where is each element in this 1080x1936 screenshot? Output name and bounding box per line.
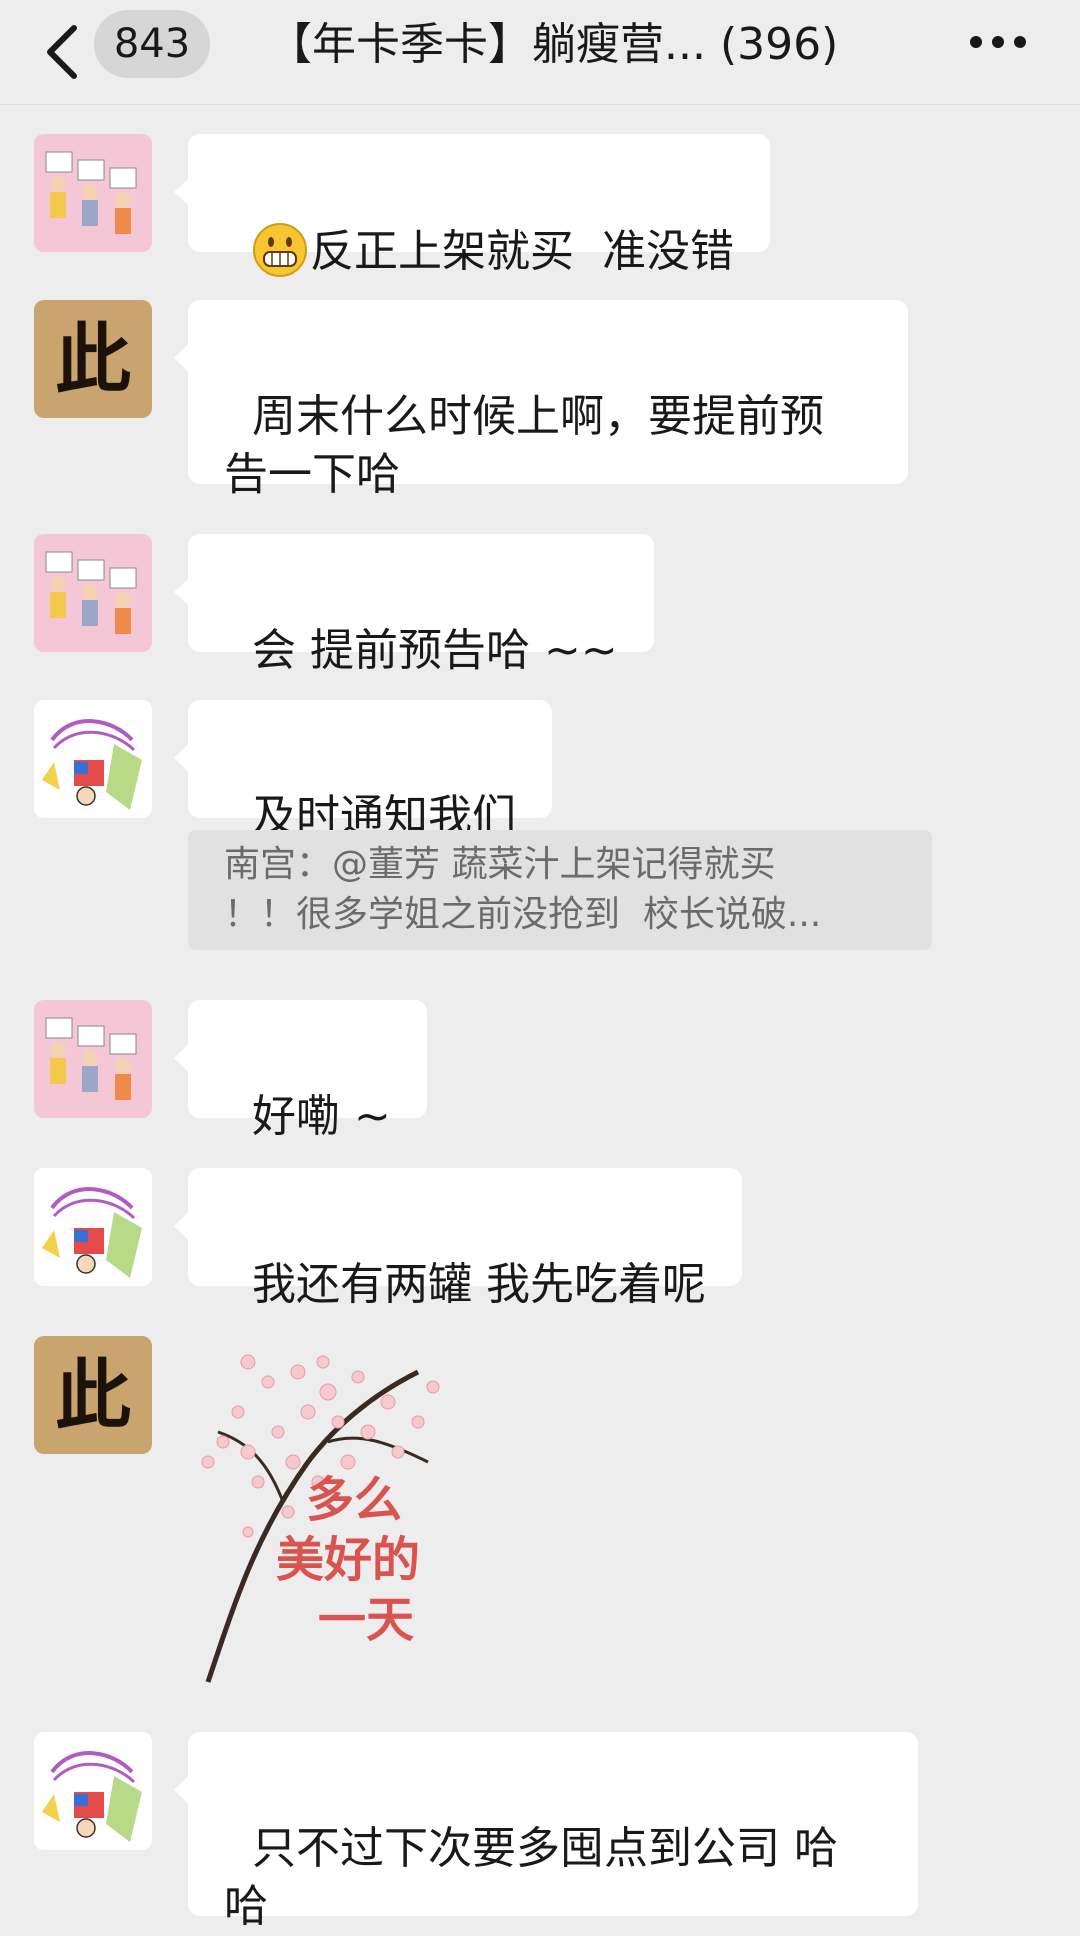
chat-header: 843 【年卡季卡】躺瘦营... (396) <box>0 0 1080 105</box>
avatar-glyph: 此 <box>55 1351 131 1440</box>
back-arrow-icon[interactable] <box>40 22 84 82</box>
message-text: 反正上架就买 准没错 <box>309 226 734 277</box>
avatar-doodle[interactable] <box>34 1732 152 1850</box>
message-text: 我还有两罐 我先吃着呢 <box>251 1259 706 1310</box>
sticker-message[interactable]: 多么 美好的 一天 <box>188 1332 488 1692</box>
message-bubble[interactable]: 反正上架就买 准没错 <box>174 134 770 277</box>
calligraphy-avatar-icon: 此 <box>34 300 152 418</box>
message-bubble[interactable]: 好嘞 ~ <box>174 1000 427 1142</box>
message-text: 会 提前预告哈 ~~ <box>251 625 618 676</box>
message-text: 好嘞 ~ <box>251 1091 391 1142</box>
calligraphy-avatar-icon: 此 <box>34 1336 152 1454</box>
avatar-kids[interactable] <box>34 534 152 652</box>
avatar-calligraphy[interactable]: 此 <box>34 300 152 418</box>
doodle-figure-icon <box>34 1732 152 1850</box>
avatar-calligraphy[interactable]: 此 <box>34 1336 152 1454</box>
message-bubble[interactable]: 周末什么时候上啊，要提前预 告一下哈 <box>174 300 908 500</box>
quoted-reply[interactable]: 南宫：@董芳 蔬菜汁上架记得就买 ！！很多学姐之前没抢到 校长说破... <box>188 830 932 950</box>
kids-holding-signs-icon <box>34 134 152 252</box>
sticker-text-line: 一天 <box>318 1592 415 1648</box>
more-options-icon[interactable] <box>968 32 1028 52</box>
chat-title: 【年卡季卡】躺瘦营... (396) <box>268 19 839 70</box>
avatar-kids[interactable] <box>34 1000 152 1118</box>
avatar-doodle[interactable] <box>34 1168 152 1286</box>
doodle-figure-icon <box>34 700 152 818</box>
message-bubble[interactable]: 会 提前预告哈 ~~ <box>174 534 654 676</box>
sticker-text-line: 美好的 <box>276 1532 421 1588</box>
doodle-figure-icon <box>34 1168 152 1286</box>
grinning-face-icon <box>252 223 307 277</box>
message-bubble[interactable]: 及时通知我们 <box>174 700 552 842</box>
unread-count-badge[interactable]: 843 <box>94 10 210 78</box>
avatar-kids[interactable] <box>34 134 152 252</box>
message-bubble[interactable]: 只不过下次要多囤点到公司 哈 哈 <box>174 1732 918 1932</box>
message-text: 周末什么时候上啊，要提前预 告一下哈 <box>224 391 824 500</box>
kids-holding-signs-icon <box>34 1000 152 1118</box>
message-text: 只不过下次要多囤点到公司 哈 哈 <box>224 1823 838 1932</box>
avatar-glyph: 此 <box>55 315 131 404</box>
avatar-doodle[interactable] <box>34 700 152 818</box>
kids-holding-signs-icon <box>34 534 152 652</box>
quoted-text: 南宫：@董芳 蔬菜汁上架记得就买 ！！很多学姐之前没抢到 校长说破... <box>224 844 822 935</box>
sticker-text-line: 多么 <box>306 1472 403 1528</box>
message-bubble[interactable]: 我还有两罐 我先吃着呢 <box>174 1168 742 1310</box>
